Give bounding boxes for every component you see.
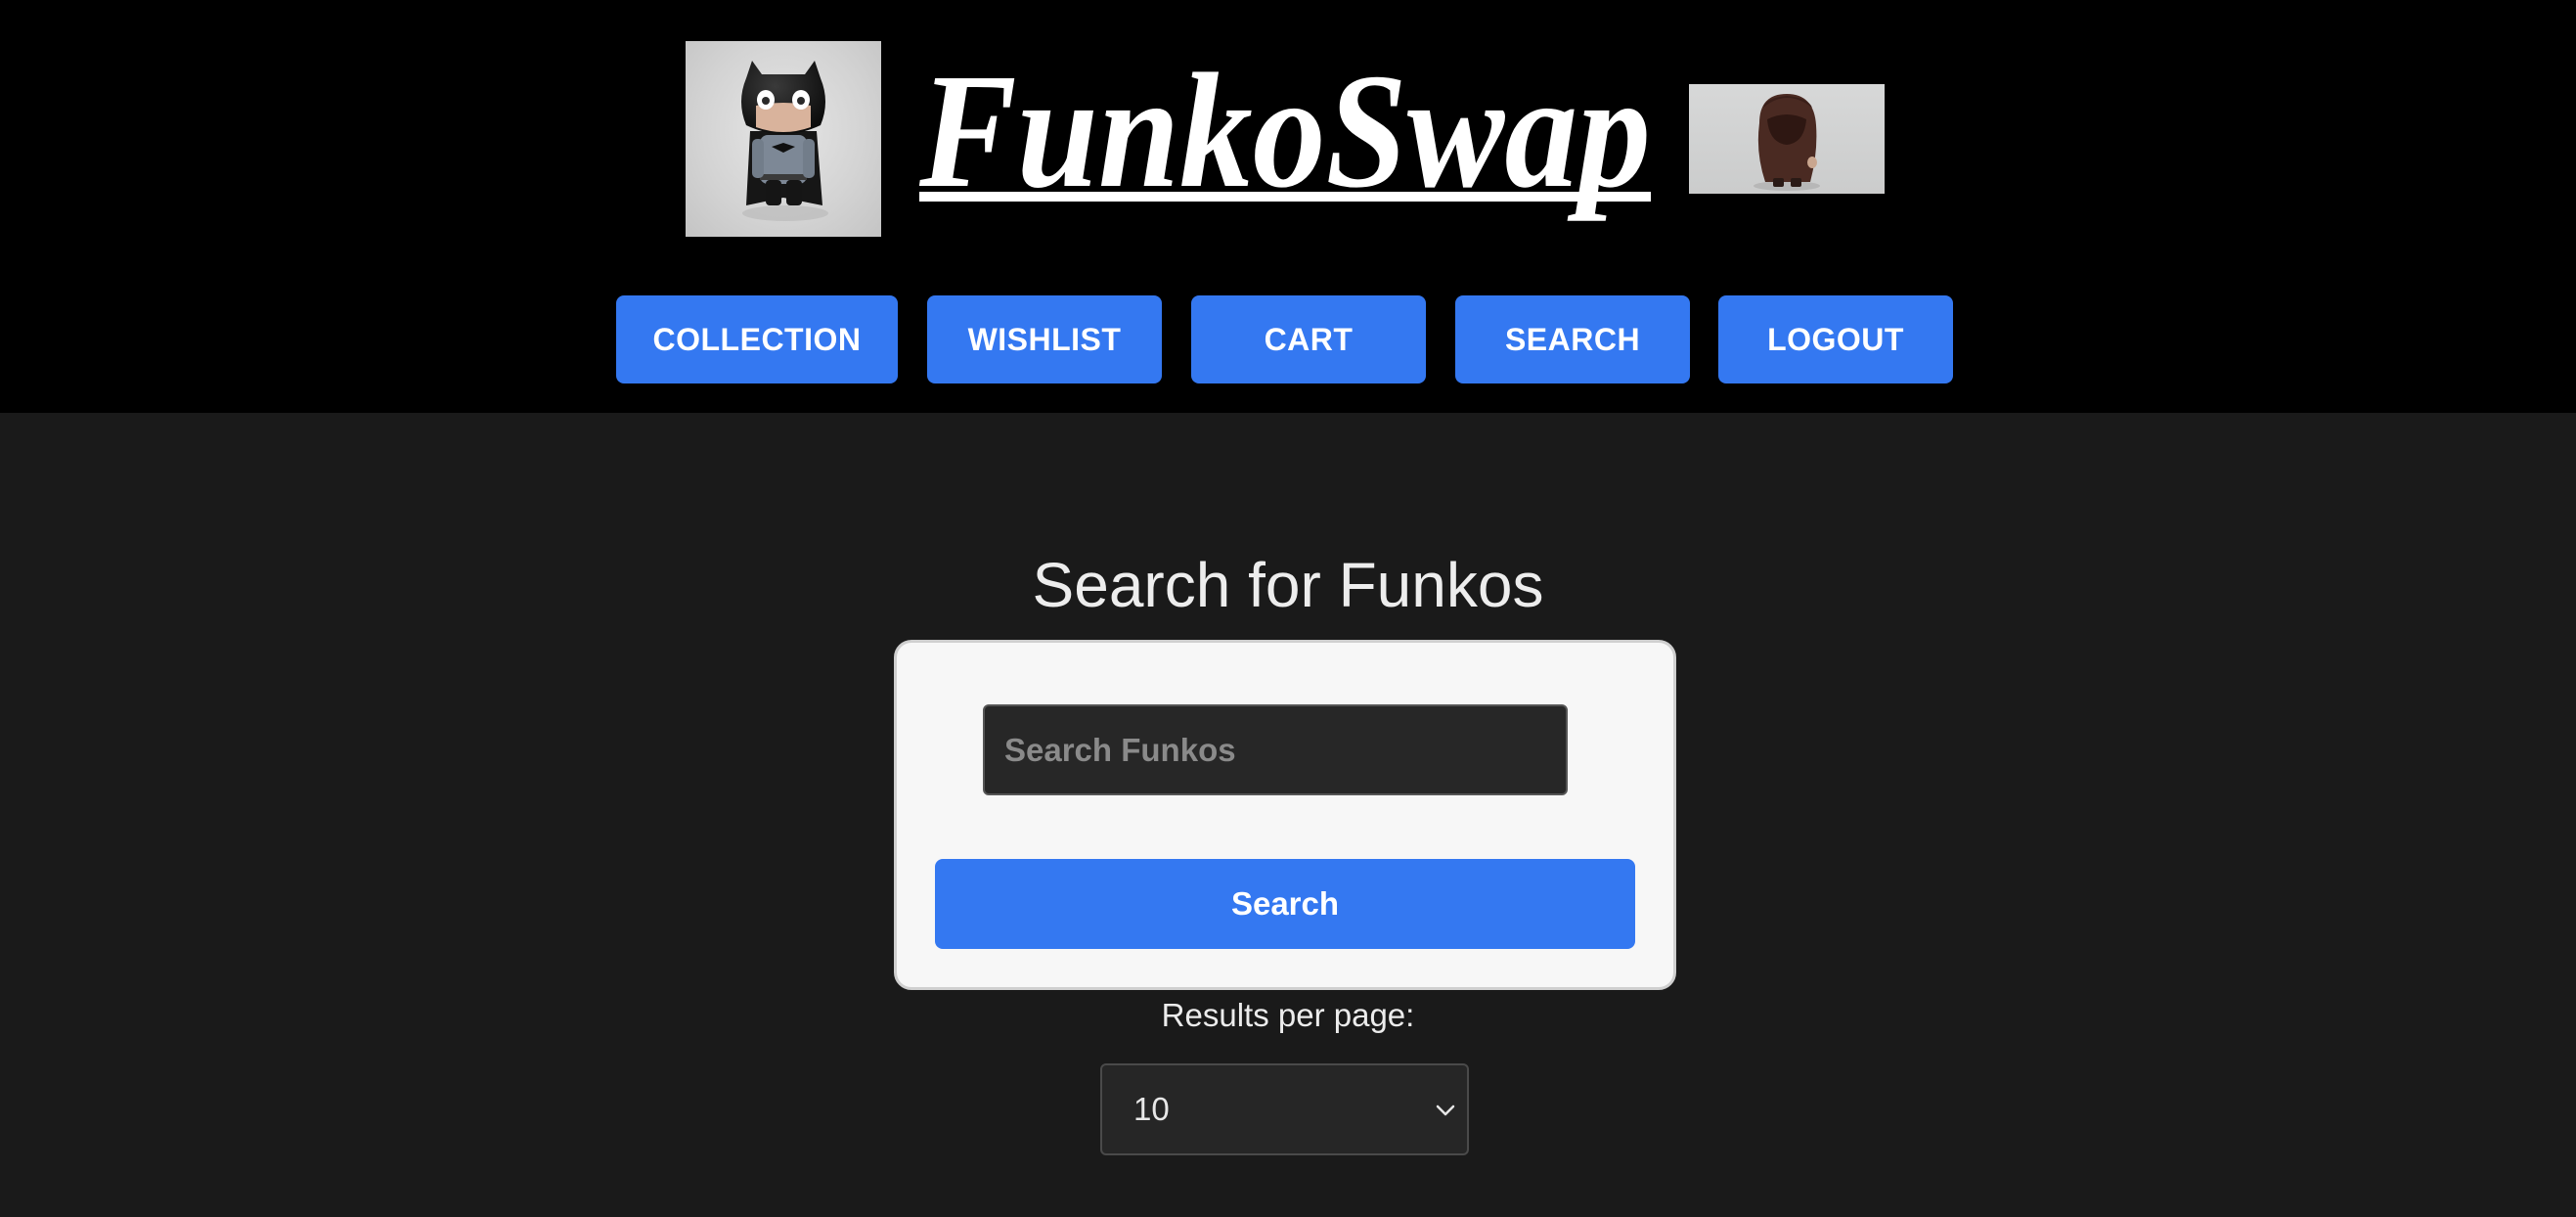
nav-search-button[interactable]: SEARCH — [1455, 295, 1690, 383]
brand-logo[interactable]: FunkoSwap — [919, 20, 1663, 254]
search-submit-button[interactable]: Search — [935, 859, 1635, 949]
hooded-figure-image — [1689, 84, 1885, 194]
brand-underline — [919, 192, 1651, 202]
brand-logo-graphic: FunkoSwap — [919, 40, 1651, 222]
nav-collection-button[interactable]: COLLECTION — [616, 295, 898, 383]
results-per-page-select[interactable]: 10 — [1100, 1063, 1469, 1155]
nav-wishlist-button[interactable]: WISHLIST — [927, 295, 1162, 383]
results-per-page-label: Results per page: — [1161, 997, 1415, 1033]
batman-figure-illustration — [741, 61, 828, 221]
site-header: FunkoSwap COLLECTION WISHLIST CART SEARC… — [0, 0, 2576, 413]
search-input[interactable] — [983, 704, 1568, 795]
nav-cart-button[interactable]: CART — [1191, 295, 1426, 383]
results-per-page-value: 10 — [1133, 1091, 1170, 1127]
batman-figure-image — [686, 41, 881, 237]
chevron-down-icon — [1436, 1104, 1455, 1116]
page-title: Search for Funkos — [1032, 550, 1544, 620]
hooded-figure-illustration — [1754, 94, 1820, 191]
nav-logout-button[interactable]: LOGOUT — [1718, 295, 1953, 383]
